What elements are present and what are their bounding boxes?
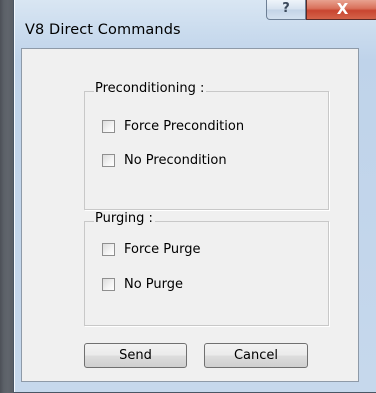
checkbox-box[interactable] — [102, 154, 115, 167]
checkbox-label: No Purge — [124, 277, 184, 292]
checkbox-label: Force Purge — [124, 242, 201, 257]
purging-legend: Purging : — [94, 211, 155, 227]
dialog-client-area: Preconditioning : Force Precondition No … — [21, 48, 359, 382]
checkbox-label: Force Precondition — [124, 119, 245, 134]
close-button[interactable]: X — [306, 0, 376, 20]
no-purge-checkbox[interactable]: No Purge — [102, 277, 183, 292]
checkbox-box[interactable] — [102, 243, 115, 256]
purging-group — [84, 221, 329, 326]
checkbox-label: No Precondition — [124, 153, 227, 168]
preconditioning-legend: Preconditioning : — [94, 81, 207, 97]
preconditioning-group — [84, 91, 329, 210]
help-button[interactable]: ? — [266, 0, 306, 20]
checkbox-box[interactable] — [102, 278, 115, 291]
send-button[interactable]: Send — [84, 343, 187, 368]
force-purge-checkbox[interactable]: Force Purge — [102, 242, 201, 257]
checkbox-box[interactable] — [102, 120, 115, 133]
close-icon: X — [336, 0, 349, 18]
help-icon: ? — [282, 1, 290, 16]
force-precondition-checkbox[interactable]: Force Precondition — [102, 119, 244, 134]
window-title: V8 Direct Commands — [25, 22, 181, 38]
no-precondition-checkbox[interactable]: No Precondition — [102, 153, 227, 168]
cancel-button[interactable]: Cancel — [204, 343, 308, 368]
